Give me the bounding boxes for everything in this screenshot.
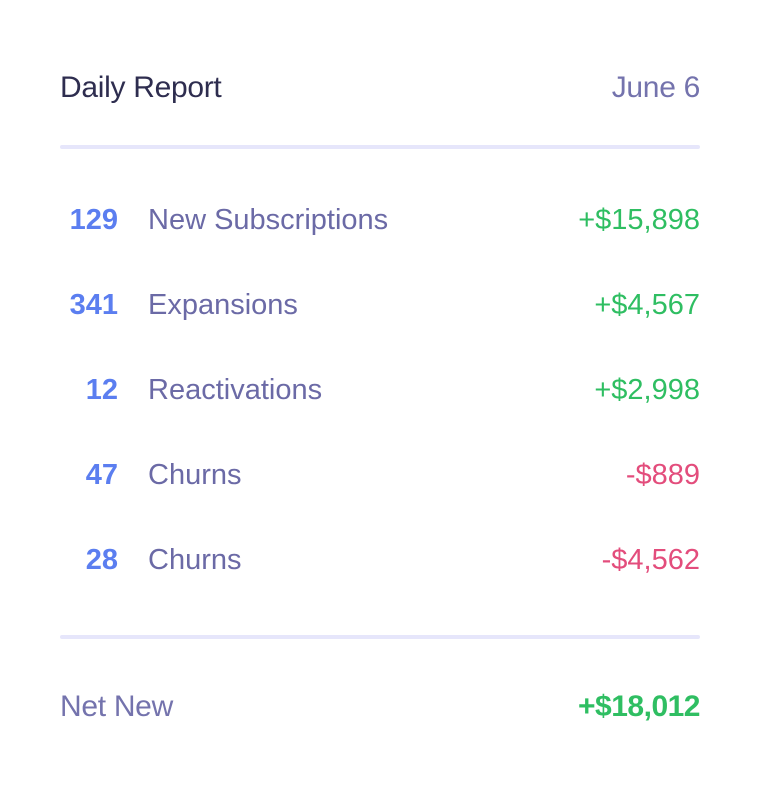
row-amount: -$889 [625,459,700,491]
footer-divider [60,635,700,639]
row-label: Expansions [148,289,298,321]
report-row-new-subscriptions: 129 New Subscriptions +$15,898 [60,200,700,285]
row-label: Reactivations [148,374,323,406]
row-count: 341 [69,289,118,321]
row-count: 129 [69,204,118,236]
row-label: New Subscriptions [148,204,389,236]
report-rows: 129 New Subscriptions +$15,898 341 Expan… [60,200,700,625]
report-row-churns: 47 Churns -$889 [60,455,700,540]
row-label: Churns [148,459,242,491]
net-new-value: +$18,012 [578,690,700,723]
report-row-reactivations: 12 Reactivations +$2,998 [60,370,700,455]
report-footer: Net New +$18,012 [60,687,700,727]
report-row-churns-2: 28 Churns -$4,562 [60,540,700,625]
report-header: Daily Report June 6 [60,68,700,108]
header-divider [60,145,700,149]
report-date: June 6 [611,71,701,104]
daily-report-card: Daily Report June 6 129 New Subscription… [60,0,700,800]
row-label: Churns [148,544,242,576]
row-count: 47 [85,459,118,491]
net-new-label: Net New [60,690,173,723]
row-amount: +$15,898 [578,204,700,236]
report-row-expansions: 341 Expansions +$4,567 [60,285,700,370]
row-count: 12 [85,374,118,406]
row-amount: +$4,567 [594,289,700,321]
row-amount: -$4,562 [601,544,700,576]
row-amount: +$2,998 [594,374,700,406]
report-title: Daily Report [60,71,222,104]
row-count: 28 [85,544,118,576]
